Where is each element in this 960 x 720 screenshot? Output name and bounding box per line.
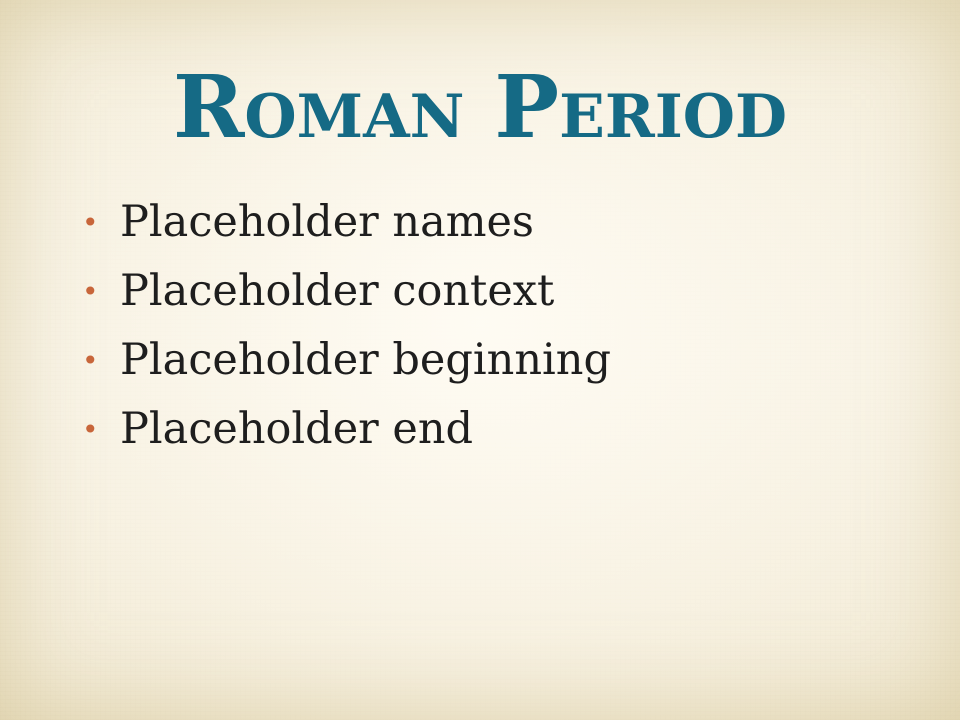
slide-title: Roman Period bbox=[172, 57, 788, 158]
bullet-icon: • bbox=[82, 205, 99, 239]
bullet-icon: • bbox=[82, 274, 99, 308]
slide-background: Roman Period • Placeholder names • Place… bbox=[0, 0, 960, 720]
bullet-item: • Placeholder beginning bbox=[82, 326, 611, 395]
bullet-list: • Placeholder names • Placeholder contex… bbox=[82, 188, 611, 464]
bullet-item: • Placeholder context bbox=[82, 257, 611, 326]
bullet-text: Placeholder beginning bbox=[120, 335, 611, 385]
bullet-text: Placeholder names bbox=[120, 197, 535, 247]
bullet-icon: • bbox=[82, 412, 99, 446]
bullet-item: • Placeholder end bbox=[82, 395, 611, 464]
bullet-text: Placeholder end bbox=[120, 404, 474, 454]
bullet-text: Placeholder context bbox=[120, 266, 555, 316]
bullet-item: • Placeholder names bbox=[82, 188, 611, 257]
bullet-icon: • bbox=[82, 343, 99, 377]
